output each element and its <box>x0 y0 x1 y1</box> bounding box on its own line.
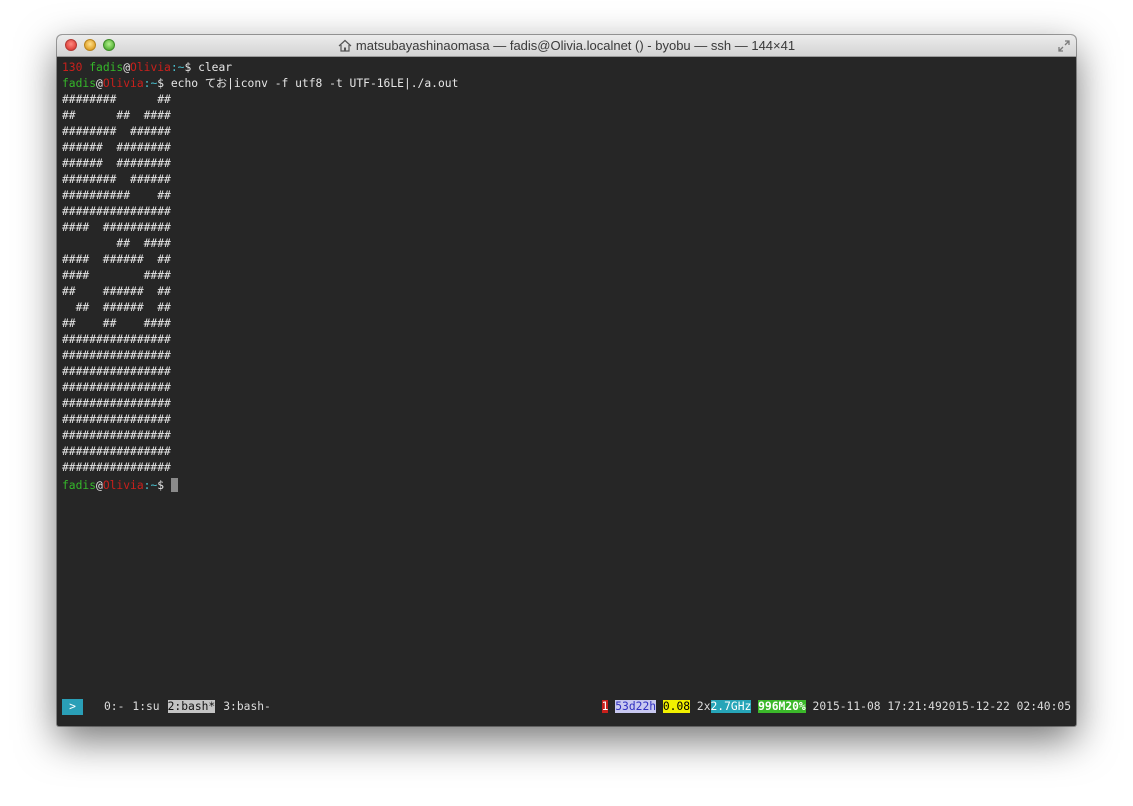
prompt-symbol: $ <box>157 479 171 492</box>
output-line: #### ###### ## <box>62 253 171 266</box>
output-line: ################ <box>62 205 171 218</box>
output-line: ################ <box>62 445 171 458</box>
command-text: clear <box>198 61 233 74</box>
output-line: ################ <box>62 333 171 346</box>
command-output: ######## ## ## ## #### ######## ###### #… <box>62 92 1071 476</box>
terminal-line-prompt[interactable]: fadis@Olivia:~$ <box>62 478 1071 494</box>
output-line: ## ## #### <box>62 109 171 122</box>
output-line: #### ########## <box>62 221 171 234</box>
output-line: ###### ######## <box>62 157 171 170</box>
output-line: ## ###### ## <box>62 285 171 298</box>
output-line: #### #### <box>62 269 171 282</box>
window-title-container: matsubayashinaomasa — fadis@Olivia.local… <box>57 38 1076 53</box>
command-text: echo てお|iconv -f utf8 -t UTF-16LE|./a.ou… <box>170 77 459 90</box>
text-cursor[interactable] <box>170 478 178 492</box>
prompt-path: :~ <box>143 479 158 492</box>
output-line: ## #### <box>62 237 171 250</box>
output-line: ################ <box>62 397 171 410</box>
home-icon <box>338 39 352 52</box>
window-tab-3[interactable]: 3:bash- <box>223 700 271 713</box>
prompt-at: @ <box>96 479 103 492</box>
output-line: ## ###### ## <box>62 301 171 314</box>
prompt-path: :~ <box>143 77 158 90</box>
load-badge: 0.08 <box>662 700 691 713</box>
prompt-symbol: $ <box>157 77 171 90</box>
output-line: ################ <box>62 413 171 426</box>
prompt-path: :~ <box>170 61 185 74</box>
prompt-user: fadis <box>62 77 97 90</box>
prompt-host: Olivia <box>102 479 144 492</box>
byobu-status-bar: > 0:- 1:su 2:bash* 3:bash- 1 53d22h 0.08 2x… <box>62 699 1071 715</box>
prompt-user: fadis <box>62 479 97 492</box>
terminal-window: matsubayashinaomasa — fadis@Olivia.local… <box>57 35 1076 726</box>
window-list: 0:- 1:su 2:bash* 3:bash- <box>104 699 279 715</box>
byobu-menu-badge[interactable]: > <box>62 699 83 715</box>
prompt-symbol: $ <box>184 61 199 74</box>
status-indicators: 1 53d22h 0.08 2x2.7GHz 996M20% 2015-11-0… <box>601 699 1071 715</box>
output-line: ######## ###### <box>62 173 171 186</box>
prompt-host: Olivia <box>102 77 144 90</box>
output-line: ################ <box>62 349 171 362</box>
output-line: ###### ######## <box>62 141 171 154</box>
output-line: ################ <box>62 381 171 394</box>
memory-badge: 996M20% <box>758 700 806 713</box>
title-bar[interactable]: matsubayashinaomasa — fadis@Olivia.local… <box>57 35 1076 57</box>
window-tab-0[interactable]: 0:- <box>104 700 124 713</box>
fullscreen-icon[interactable] <box>1057 39 1071 53</box>
window-tab-2[interactable]: 2:bash* <box>167 700 216 713</box>
exit-code: 130 <box>62 61 83 74</box>
prompt-user: fadis <box>89 61 124 74</box>
terminal-content[interactable]: 130 fadis@Olivia:~$ clear fadis@Olivia:~… <box>62 60 1071 726</box>
output-line: ## ## #### <box>62 317 171 330</box>
window-tab-1[interactable]: 1:su <box>132 700 159 713</box>
uptime-badge: 53d22h <box>615 700 657 713</box>
cpu-speed-badge: 2.7GHz <box>710 700 752 713</box>
datetime: 2015-11-08 17:21:492015-12-22 02:40:05 <box>812 700 1071 713</box>
window-title: matsubayashinaomasa — fadis@Olivia.local… <box>355 38 796 53</box>
output-line: ################ <box>62 429 171 442</box>
terminal-line-echo: fadis@Olivia:~$ echo てお|iconv -f utf8 -t… <box>62 76 1071 92</box>
output-line: ################ <box>62 365 171 378</box>
output-line: ######## ###### <box>62 125 171 138</box>
prompt-host: Olivia <box>130 61 171 74</box>
updates-badge: 1 <box>601 700 609 713</box>
terminal-line-clear: 130 fadis@Olivia:~$ clear <box>62 60 1071 76</box>
output-line: ########## ## <box>62 189 171 202</box>
cpu-count: 2x <box>696 700 711 713</box>
output-line: ################ <box>62 461 171 474</box>
prompt-at: @ <box>96 77 103 90</box>
output-line: ######## ## <box>62 93 171 106</box>
